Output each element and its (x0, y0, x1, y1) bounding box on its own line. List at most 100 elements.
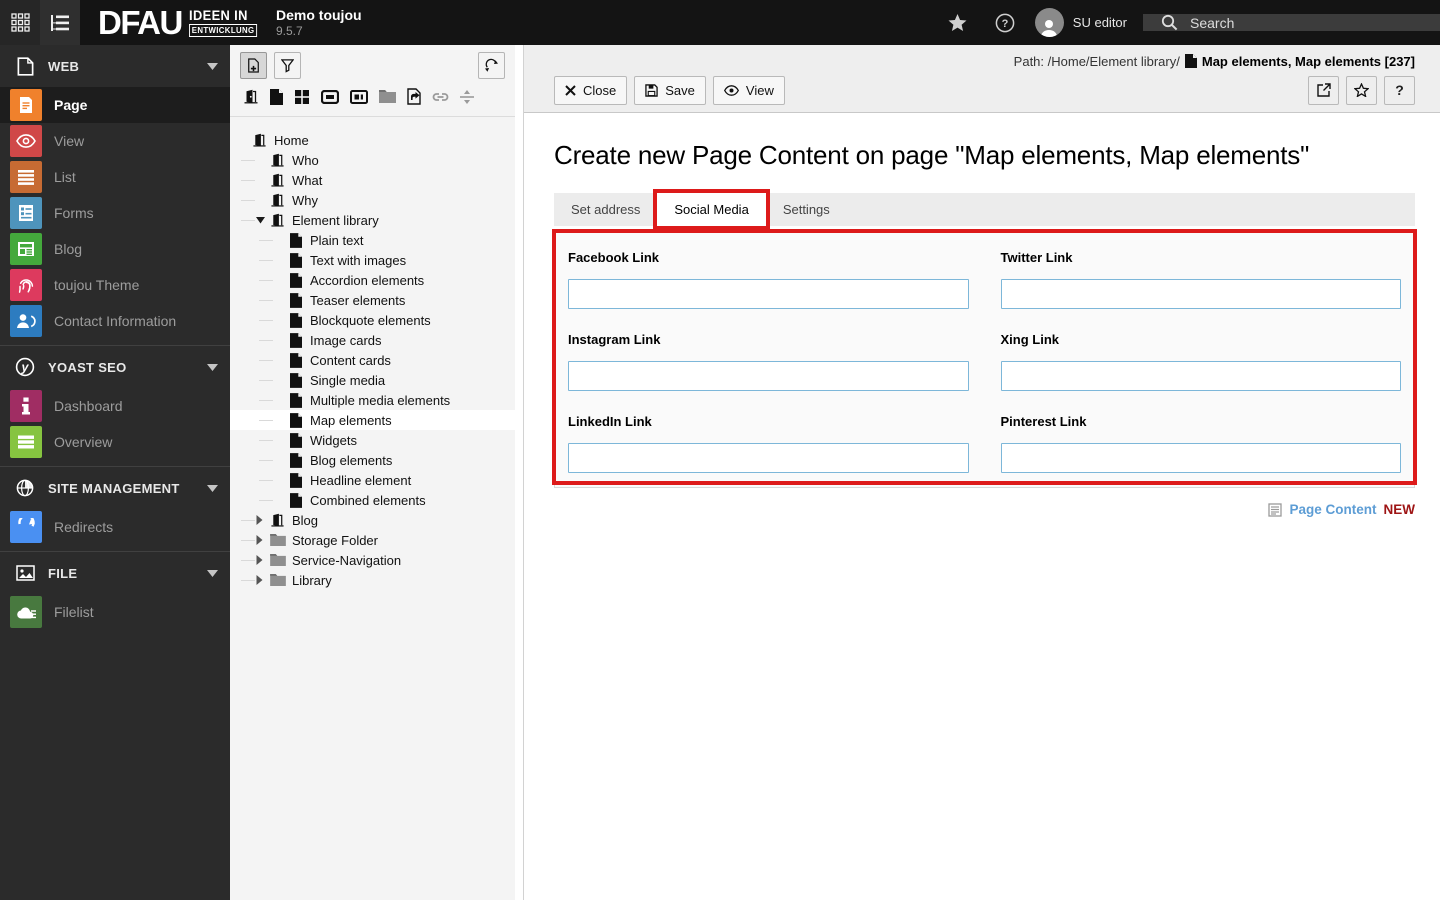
tree-item-element-library[interactable]: Element library (230, 210, 515, 230)
user-menu[interactable]: SU editor (1029, 8, 1143, 37)
content-area: Path: /Home/Element library/ Map element… (524, 45, 1440, 900)
xing-link-input[interactable] (1000, 361, 1401, 391)
pagetree-toggle-icon[interactable] (40, 0, 80, 45)
sidebar-item-page[interactable]: Page (0, 87, 230, 123)
sidebar-section-header-yoast-seo[interactable]: y YOAST SEO (0, 346, 230, 388)
caret-right-icon[interactable] (256, 575, 269, 585)
avatar (1034, 8, 1064, 37)
tree-item-map-elements[interactable]: Map elements (230, 410, 515, 430)
tree-item-label: Single media (310, 372, 386, 388)
recycler-icon[interactable] (350, 89, 368, 104)
page-icon (269, 213, 286, 228)
link-icon[interactable] (432, 92, 449, 102)
tree-indent (238, 570, 256, 590)
tree-item-storage-folder[interactable]: Storage Folder (230, 530, 515, 550)
caret-down-icon[interactable] (256, 216, 269, 224)
filelist-icon (10, 596, 42, 628)
tab-social-media[interactable]: Social Media (653, 189, 770, 230)
tree-item-content-cards[interactable]: Content cards (230, 350, 515, 370)
sidebar-section-header-file[interactable]: FILE (0, 552, 230, 594)
linkedin-link-input[interactable] (568, 443, 969, 473)
tree-item-teaser-elements[interactable]: Teaser elements (230, 290, 515, 310)
tree-indent (238, 190, 256, 210)
tree-item-widgets[interactable]: Widgets (230, 430, 515, 450)
field-label: Facebook Link (568, 250, 660, 265)
bookmark-button[interactable] (1346, 75, 1377, 105)
pagetree-toolbar (230, 45, 515, 117)
close-button[interactable]: Close (554, 75, 628, 105)
sidebar-item-filelist[interactable]: Filelist (0, 594, 230, 630)
door-page-icon[interactable] (243, 89, 259, 105)
tree-item-home[interactable]: Home (230, 130, 515, 150)
tree-item-headline-element[interactable]: Headline element (230, 470, 515, 490)
new-page-button[interactable] (240, 52, 267, 79)
tree-item-plain-text[interactable]: Plain text (230, 230, 515, 250)
facebook-link-input[interactable] (568, 279, 969, 309)
tree-item-blockquote-elements[interactable]: Blockquote elements (230, 310, 515, 330)
sidebar-item-forms[interactable]: Forms (0, 195, 230, 231)
sidebar-item-view[interactable]: View (0, 123, 230, 159)
grid4-icon[interactable] (294, 89, 310, 105)
divider-icon[interactable] (460, 89, 474, 104)
sidebar-item-blog[interactable]: Blog (0, 231, 230, 267)
tree-item-why[interactable]: Why (230, 190, 515, 210)
blog-news-icon (10, 233, 42, 265)
tree-item-library[interactable]: Library (230, 570, 515, 590)
docheader-help-button[interactable]: ? (1384, 75, 1415, 105)
mountpoint-icon[interactable] (321, 89, 339, 104)
tree-item-accordion-elements[interactable]: Accordion elements (230, 270, 515, 290)
tree-item-label: Teaser elements (310, 292, 406, 308)
bookmark-star-icon[interactable] (934, 0, 981, 45)
tab-settings[interactable]: Settings (766, 193, 847, 226)
tree-item-label: Plain text (310, 232, 364, 248)
sidebar-section-header-site-management[interactable]: SITE MANAGEMENT (0, 467, 230, 509)
tree-item-single-media[interactable]: Single media (230, 370, 515, 390)
sidebar-item-overview[interactable]: Overview (0, 424, 230, 460)
open-in-new-window-button[interactable] (1308, 75, 1339, 105)
tree-item-multiple-media-elements[interactable]: Multiple media elements (230, 390, 515, 410)
caret-right-icon[interactable] (256, 535, 269, 545)
tree-item-label: Blog (292, 512, 319, 528)
instagram-link-input[interactable] (568, 361, 969, 391)
sidebar-item-contact-information[interactable]: Contact Information (0, 303, 230, 339)
docheader: Path: /Home/Element library/ Map element… (524, 45, 1440, 113)
refresh-tree-button[interactable] (478, 52, 505, 79)
module-menu-toggle-icon[interactable] (0, 0, 40, 45)
field-facebook-link: Facebook Link (568, 244, 969, 309)
tree-content-splitter[interactable] (515, 45, 524, 900)
tree-item-what[interactable]: What (230, 170, 515, 190)
sidebar-section-header-web[interactable]: WEB (0, 45, 230, 87)
doc-icon[interactable] (270, 88, 283, 105)
document-icon (287, 232, 304, 248)
pinterest-link-input[interactable] (1000, 443, 1401, 473)
sidebar-item-toujou-theme[interactable]: toujou Theme (0, 267, 230, 303)
redirect-icon (10, 511, 42, 543)
search-bar[interactable]: Search (1143, 14, 1440, 31)
caret-right-icon[interactable] (256, 555, 269, 565)
save-button[interactable]: Save (634, 75, 706, 105)
list-bars-icon (10, 161, 42, 193)
tree-item-service-navigation[interactable]: Service-Navigation (230, 550, 515, 570)
sidebar-item-dashboard[interactable]: Dashboard (0, 388, 230, 424)
tree-item-blog-elements[interactable]: Blog elements (230, 450, 515, 470)
sidebar-item-list[interactable]: List (0, 159, 230, 195)
tree-item-who[interactable]: Who (230, 150, 515, 170)
dfau-logo[interactable]: DFAU IDEEN IN ENTWICKLUNG (80, 0, 263, 45)
sidebar-item-redirects[interactable]: Redirects (0, 509, 230, 545)
folder-gray-icon[interactable] (379, 90, 396, 103)
web-section-icon (12, 56, 38, 76)
record-title: Map elements, Map elements [237] (1201, 53, 1415, 69)
filter-button[interactable] (274, 52, 301, 79)
tree-item-text-with-images[interactable]: Text with images (230, 250, 515, 270)
tree-item-combined-elements[interactable]: Combined elements (230, 490, 515, 510)
twitter-link-input[interactable] (1000, 279, 1401, 309)
sidebar-section-web: WEB Page View List Forms Blog toujou Theme Cont… (0, 45, 230, 345)
help-icon[interactable]: ? (981, 0, 1029, 45)
shortcut-icon[interactable] (407, 88, 421, 105)
folder-icon (269, 534, 286, 546)
tree-item-image-cards[interactable]: Image cards (230, 330, 515, 350)
tab-set-address[interactable]: Set address (554, 193, 657, 226)
tree-item-blog[interactable]: Blog (230, 510, 515, 530)
caret-right-icon[interactable] (256, 515, 269, 525)
view-button[interactable]: View (712, 75, 785, 105)
